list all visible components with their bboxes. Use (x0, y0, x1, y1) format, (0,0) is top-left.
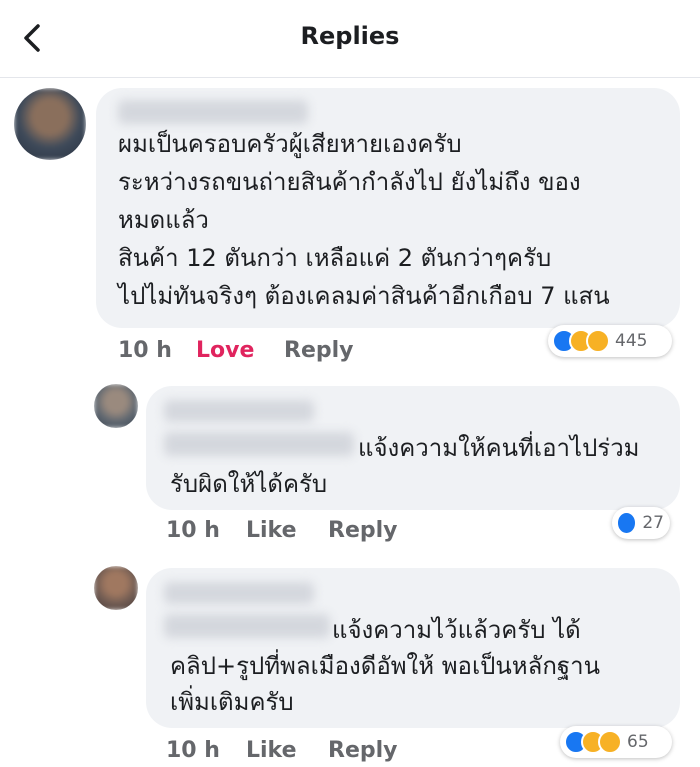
reaction-count: 445 (615, 331, 648, 351)
commenter-name[interactable] (164, 582, 314, 604)
comment-bubble: แจ้งความให้คนที่เอาไปร่วม รับผิดให้ได้คร… (146, 386, 680, 510)
comment-text-line: ไปไม่ทันจริงๆ ต้องเคลมค่าสินค้าอีกเกือบ … (118, 282, 610, 310)
reaction-summary[interactable]: 445 (548, 325, 672, 357)
timestamp[interactable]: 10 h (166, 518, 220, 543)
reply-button[interactable]: Reply (328, 738, 398, 763)
reaction-summary[interactable]: 27 (612, 507, 670, 539)
like-button[interactable]: Like (246, 518, 297, 543)
header-bar: Replies (0, 0, 700, 78)
blurred-text (164, 432, 354, 456)
reaction-summary[interactable]: 65 (560, 726, 672, 758)
wow-icon (586, 329, 610, 353)
avatar[interactable] (14, 88, 86, 160)
commenter-name[interactable] (164, 400, 314, 422)
blurred-text (164, 614, 330, 638)
page-title: Replies (300, 22, 400, 50)
comment-text-line: สินค้า 12 ตันกว่า เหลือแค่ 2 ตันกว่าๆครั… (118, 244, 552, 272)
love-button[interactable]: Love (196, 338, 254, 363)
reply-button[interactable]: Reply (284, 338, 354, 363)
commenter-name[interactable] (118, 100, 308, 124)
like-icon (616, 511, 638, 535)
comment-text-line: แจ้งความให้คนที่เอาไปร่วม (358, 434, 640, 462)
comment-bubble: แจ้งความไว้แล้วครับ ได้ คลิป+รูปที่พลเมื… (146, 568, 680, 728)
avatar[interactable] (94, 384, 138, 428)
care-icon (598, 730, 622, 754)
comment-text-line: แจ้งความไว้แล้วครับ ได้ (332, 616, 581, 644)
timestamp[interactable]: 10 h (118, 338, 172, 363)
avatar[interactable] (94, 566, 138, 610)
comment-text-line: เพิ่มเติมครับ (170, 688, 294, 716)
comment-text-line: หมดแล้ว (118, 206, 209, 234)
comment-text-line: ระหว่างรถขนถ่ายสินค้ากำลังไป ยังไม่ถึง ข… (118, 168, 581, 196)
comment-text-line: รับผิดให้ได้ครับ (170, 470, 328, 498)
reply-button[interactable]: Reply (328, 518, 398, 543)
reaction-count: 65 (627, 732, 649, 752)
timestamp[interactable]: 10 h (166, 738, 220, 763)
comment-text-line: คลิป+รูปที่พลเมืองดีอัพให้ พอเป็นหลักฐาน (170, 652, 600, 680)
reaction-count: 27 (642, 513, 664, 533)
like-button[interactable]: Like (246, 738, 297, 763)
comment-text-line: ผมเป็นครอบครัวผู้เสียหายเองครับ (118, 130, 462, 158)
comment-bubble: ผมเป็นครอบครัวผู้เสียหายเองครับ ระหว่างร… (96, 88, 680, 328)
